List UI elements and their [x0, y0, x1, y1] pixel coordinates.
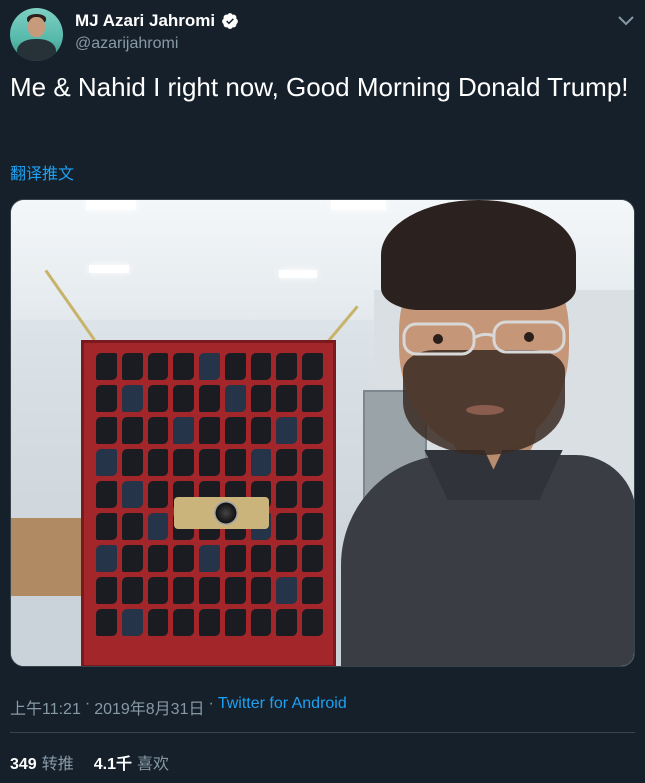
likes-stat[interactable]: 4.1千 喜欢 — [94, 750, 169, 774]
retweets-stat[interactable]: 349 转推 — [10, 750, 74, 774]
retweets-label: 转推 — [41, 756, 74, 773]
verified-badge-icon — [222, 13, 239, 29]
person-selfie — [341, 200, 634, 666]
tweet-meta: 上午11:21 · 2019年8月31日 · Twitter for Andro… — [10, 695, 347, 719]
likes-count: 4.1千 — [93, 756, 132, 773]
avatar[interactable] — [10, 8, 63, 61]
meta-separator-2: · — [208, 695, 214, 712]
tweet-source-link[interactable]: Twitter for Android — [218, 695, 347, 719]
tweet-photo[interactable] — [10, 199, 635, 667]
author-handle[interactable]: @azarijahromi — [75, 35, 178, 53]
retweets-count: 349 — [10, 756, 37, 773]
tweet-stats: 349 转推 4.1千 喜欢 — [10, 750, 169, 774]
chevron-down-icon[interactable] — [617, 14, 635, 28]
translate-tweet-link[interactable]: 翻译推文 — [10, 160, 74, 184]
likes-label: 喜欢 — [136, 756, 169, 773]
author-name-row: MJ Azari Jahromi — [75, 11, 239, 31]
tweet-date[interactable]: 2019年8月31日 — [94, 695, 204, 719]
divider — [10, 732, 635, 733]
satellite — [81, 340, 336, 666]
tweet-time[interactable]: 上午11:21 — [10, 695, 81, 719]
tweet-header: MJ Azari Jahromi @azarijahromi — [10, 8, 635, 64]
tweet-text: Me & Nahid I right now, Good Morning Don… — [10, 72, 629, 102]
author-name[interactable]: MJ Azari Jahromi — [75, 11, 215, 31]
meta-separator: · — [84, 695, 91, 712]
